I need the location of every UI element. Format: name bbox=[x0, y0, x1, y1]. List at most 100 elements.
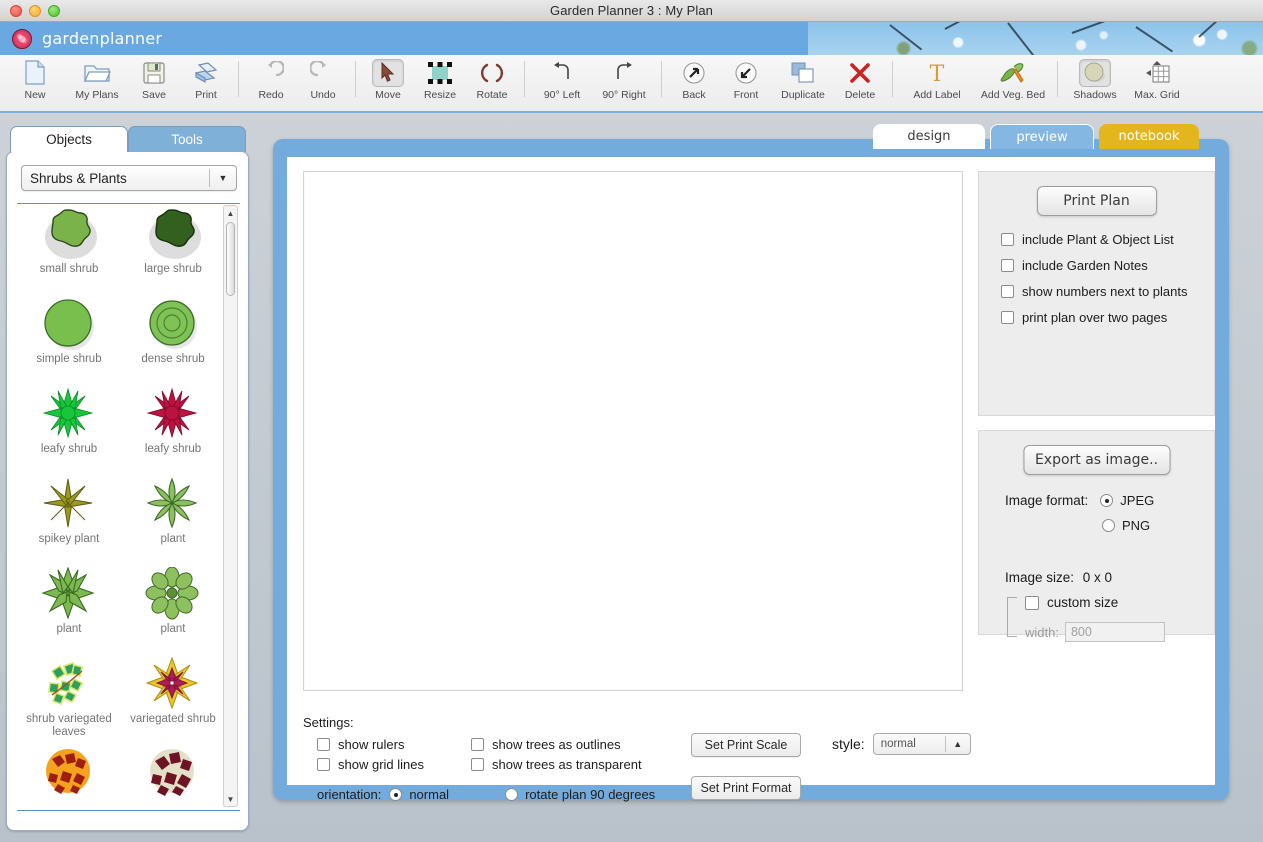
checkbox-label: print plan over two pages bbox=[1022, 310, 1167, 325]
zoom-button[interactable] bbox=[48, 5, 60, 17]
object-list[interactable]: small shrub large shrub simple shrub bbox=[17, 205, 225, 807]
object-item-spikey-plant[interactable]: spikey plant bbox=[17, 475, 121, 565]
object-item-simple-shrub[interactable]: simple shrub bbox=[17, 295, 121, 385]
style-dropdown[interactable]: normal ▲ bbox=[873, 733, 971, 755]
scroll-up-icon[interactable]: ▲ bbox=[224, 206, 237, 220]
object-list-scrollbar[interactable]: ▲ ▼ bbox=[223, 205, 238, 807]
object-item-leafy-shrub-green[interactable]: leafy shrub bbox=[17, 385, 121, 475]
object-item-orange-foliage[interactable] bbox=[17, 745, 121, 807]
category-dropdown[interactable]: Shrubs & Plants ▼ bbox=[21, 165, 237, 191]
radio-orientation-normal[interactable] bbox=[389, 788, 402, 801]
print-preview-canvas[interactable] bbox=[303, 171, 963, 691]
checkbox-box[interactable] bbox=[1025, 596, 1039, 610]
checkbox-box[interactable] bbox=[317, 758, 330, 771]
toolbar-button-rotate[interactable]: Rotate bbox=[466, 55, 518, 107]
checkbox-show-trees-as-outlines[interactable]: show trees as outlines bbox=[471, 737, 711, 752]
toolbar-button-resize[interactable]: Resize bbox=[414, 55, 466, 107]
object-item-dense-shrub[interactable]: dense shrub bbox=[121, 295, 225, 385]
toolbar-button-save[interactable]: Save bbox=[128, 55, 180, 107]
object-label: shrub variegated leaves bbox=[19, 713, 119, 739]
object-item-small-shrub[interactable]: small shrub bbox=[17, 205, 121, 295]
object-item-dark-red-foliage[interactable] bbox=[121, 745, 225, 807]
toolbar-button-back[interactable]: Back bbox=[668, 55, 720, 107]
checkbox-label: custom size bbox=[1047, 595, 1118, 610]
toolbar-button-my-plans[interactable]: My Plans bbox=[66, 55, 128, 107]
toolbar-button-delete[interactable]: Delete bbox=[834, 55, 886, 107]
checkbox-show-numbers-next-to-plants[interactable]: show numbers next to plants bbox=[1001, 284, 1211, 299]
toolbar-button-print[interactable]: Print bbox=[180, 55, 232, 107]
radio-format-jpeg[interactable] bbox=[1100, 494, 1113, 507]
checkbox-label: include Garden Notes bbox=[1022, 258, 1148, 273]
toolbar-button-new[interactable]: New bbox=[4, 55, 66, 107]
radio-orientation-rotate-90[interactable] bbox=[505, 788, 518, 801]
settings-column-left: show rulers show grid lines bbox=[317, 737, 467, 777]
toolbar-button-max-grid[interactable]: Max. Grid bbox=[1126, 55, 1188, 107]
checkbox-box[interactable] bbox=[1001, 259, 1014, 272]
toolbar-button-add-veg-bed[interactable]: Add Veg. Bed bbox=[975, 55, 1051, 107]
orientation-label: orientation: bbox=[317, 787, 381, 802]
toolbar-button-move[interactable]: Move bbox=[362, 55, 414, 107]
redo-arrow-icon bbox=[258, 59, 284, 87]
scroll-down-icon[interactable]: ▼ bbox=[224, 792, 237, 806]
preview-card: Settings: show rulers show grid lines sh… bbox=[273, 139, 1229, 800]
checkbox-box[interactable] bbox=[1001, 285, 1014, 298]
toolbar-label: Duplicate bbox=[781, 89, 825, 101]
new-document-icon bbox=[23, 59, 47, 87]
pointed-plant-icon bbox=[38, 565, 100, 623]
checkbox-box[interactable] bbox=[1001, 233, 1014, 246]
checkbox-custom-size[interactable]: custom size bbox=[1025, 595, 1118, 610]
tab-design[interactable]: design bbox=[873, 124, 985, 149]
toolbar-label: Front bbox=[734, 89, 759, 101]
tab-notebook[interactable]: notebook bbox=[1099, 124, 1199, 149]
minimize-button[interactable] bbox=[29, 5, 41, 17]
toolbar-button-add-label[interactable]: T Add Label bbox=[899, 55, 975, 107]
object-item-leafy-shrub-red[interactable]: leafy shrub bbox=[121, 385, 225, 475]
checkbox-print-plan-over-two-pages[interactable]: print plan over two pages bbox=[1001, 310, 1211, 325]
checkbox-show-trees-as-transparent[interactable]: show trees as transparent bbox=[471, 757, 711, 772]
toolbar-button-duplicate[interactable]: Duplicate bbox=[772, 55, 834, 107]
object-label: large shrub bbox=[123, 263, 223, 276]
toolbar-label: 90° Right bbox=[602, 89, 645, 101]
checkbox-box[interactable] bbox=[471, 738, 484, 751]
toolbar-label: 90° Left bbox=[544, 89, 580, 101]
toolbar-label: Rotate bbox=[477, 89, 508, 101]
toolbar-button-shadows[interactable]: Shadows bbox=[1064, 55, 1126, 107]
toolbar-button-rotate-right[interactable]: 90° Right bbox=[593, 55, 655, 107]
export-as-image-button[interactable]: Export as image.. bbox=[1023, 445, 1170, 475]
toolbar-button-undo[interactable]: Undo bbox=[297, 55, 349, 107]
checkbox-show-rulers[interactable]: show rulers bbox=[317, 737, 467, 752]
print-plan-button[interactable]: Print Plan bbox=[1037, 186, 1157, 216]
tab-tools[interactable]: Tools bbox=[128, 126, 246, 152]
object-item-variegated-leaves[interactable]: shrub variegated leaves bbox=[17, 655, 121, 745]
checkbox-box[interactable] bbox=[317, 738, 330, 751]
width-label: width: bbox=[1025, 625, 1059, 640]
checkbox-label: show grid lines bbox=[338, 757, 424, 772]
window-controls[interactable] bbox=[10, 5, 60, 17]
toolbar-button-redo[interactable]: Redo bbox=[245, 55, 297, 107]
scrollbar-thumb[interactable] bbox=[226, 222, 235, 296]
object-item-star-plant[interactable]: plant bbox=[121, 475, 225, 565]
toolbar-button-front[interactable]: Front bbox=[720, 55, 772, 107]
checkbox-show-grid-lines[interactable]: show grid lines bbox=[317, 757, 467, 772]
object-item-large-shrub[interactable]: large shrub bbox=[121, 205, 225, 295]
radio-format-png[interactable] bbox=[1102, 519, 1115, 532]
object-item-variegated-shrub[interactable]: variegated shrub bbox=[121, 655, 225, 745]
checkbox-include-garden-notes[interactable]: include Garden Notes bbox=[1001, 258, 1211, 273]
radio-label-png: PNG bbox=[1122, 518, 1150, 533]
rotate-left-icon bbox=[550, 59, 574, 87]
set-print-scale-button[interactable]: Set Print Scale bbox=[691, 733, 801, 757]
set-print-format-button[interactable]: Set Print Format bbox=[691, 776, 801, 800]
application-window: Garden Planner 3 : My Plan gardenplanner… bbox=[0, 0, 1263, 842]
object-item-rounded-plant[interactable]: plant bbox=[121, 565, 225, 655]
large-shrub-icon bbox=[142, 205, 204, 263]
toolbar-label: Move bbox=[375, 89, 401, 101]
object-item-pointed-plant[interactable]: plant bbox=[17, 565, 121, 655]
checkbox-box[interactable] bbox=[471, 758, 484, 771]
tab-objects[interactable]: Objects bbox=[10, 126, 128, 152]
toolbar-button-rotate-left[interactable]: 90° Left bbox=[531, 55, 593, 107]
checkbox-include-plant-object-list[interactable]: include Plant & Object List bbox=[1001, 232, 1211, 247]
close-button[interactable] bbox=[10, 5, 22, 17]
checkbox-box[interactable] bbox=[1001, 311, 1014, 324]
width-input[interactable]: 800 bbox=[1065, 622, 1165, 642]
tab-preview[interactable]: preview bbox=[990, 124, 1094, 149]
